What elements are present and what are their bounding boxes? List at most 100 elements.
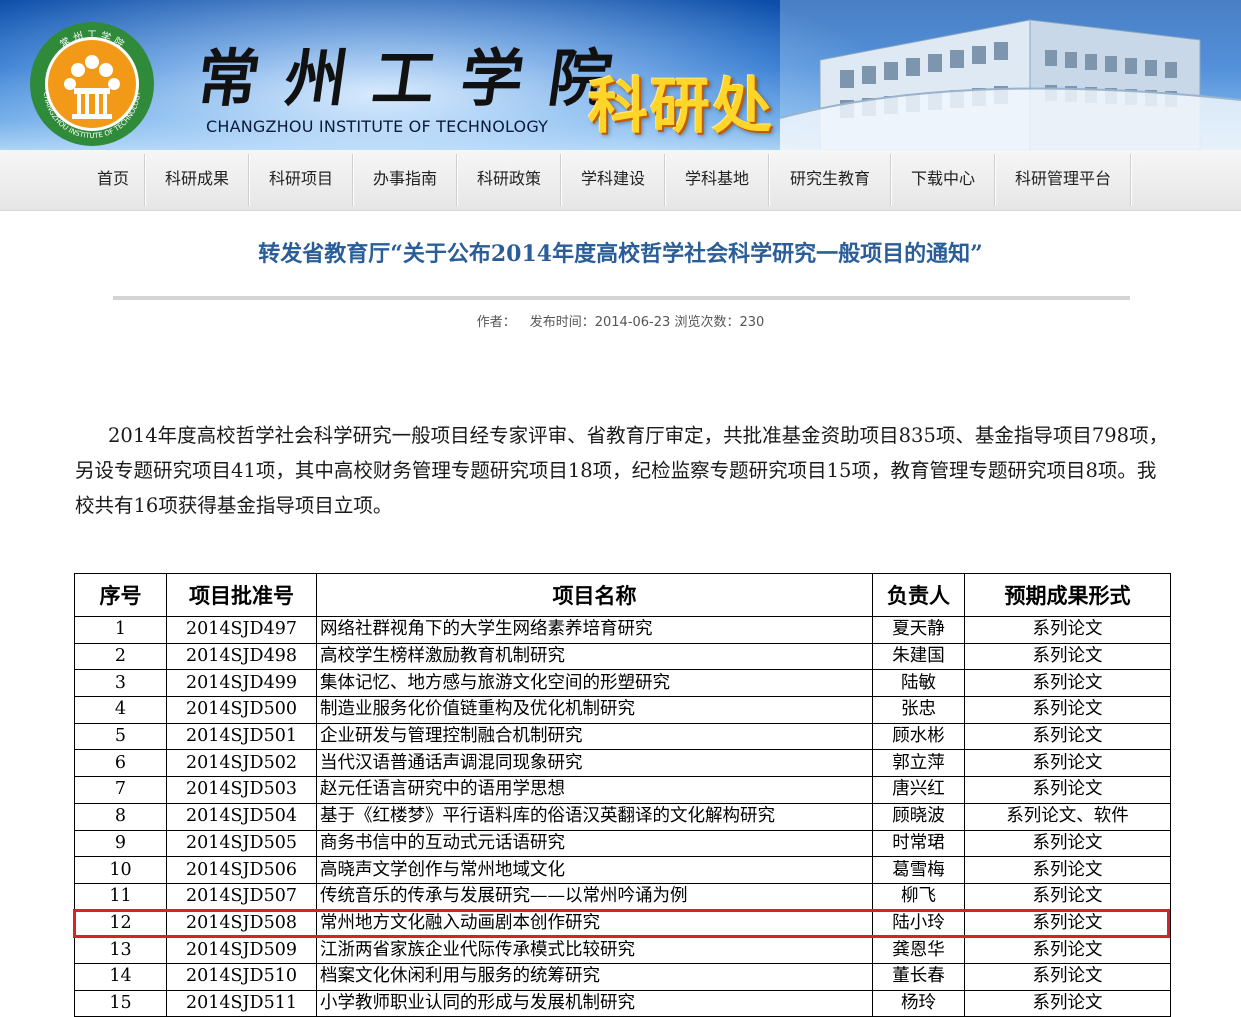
cell-approval: 2014SJD505 [166,829,317,858]
header-leader: 负责人 [872,573,965,617]
cell-outcome: 系列论文 [964,909,1171,938]
cell-outcome: 系列论文 [964,642,1171,671]
header-name: 项目名称 [316,573,873,617]
cell-outcome: 系列论文 [964,882,1171,911]
cell-approval: 2014SJD504 [166,802,317,831]
table-row: 10 2014SJD506 高晓声文学创作与常州地域文化 葛雪梅 系列论文 [74,856,1171,884]
views-count: 230 [739,315,765,330]
nav-item-policy[interactable]: 科研政策 [458,150,560,210]
cell-index: 4 [74,696,167,724]
cell-name: 高晓声文学创作与常州地域文化 [316,856,873,884]
cell-outcome: 系列论文 [964,829,1171,858]
school-name-cn: 常州工学院 [192,42,643,115]
school-logo: 常 州 工 学 院 CHANGZHOU INSTITUTE OF TECHNOL… [30,22,154,146]
nav-separator [1130,154,1132,206]
cell-name: 传统音乐的传承与发展研究——以常州吟诵为例 [316,882,873,911]
cell-name: 基于《红楼梦》平行语料库的俗语汉英翻译的文化解构研究 [316,802,873,831]
nav-item-research-results[interactable]: 科研成果 [146,150,248,210]
cell-index: 2 [74,642,167,671]
nav-item-guide[interactable]: 办事指南 [354,150,456,210]
cell-leader: 董长春 [872,962,965,991]
cell-outcome: 系列论文、软件 [964,802,1171,831]
cell-approval: 2014SJD500 [166,696,317,724]
cell-index: 10 [74,856,167,884]
nav-item-platform[interactable]: 科研管理平台 [996,150,1130,210]
cell-leader: 柳飞 [872,882,965,911]
cell-index: 8 [74,802,167,831]
cell-approval: 2014SJD503 [166,776,317,804]
cell-leader: 顾水彬 [872,722,965,751]
nav-item-discipline[interactable]: 学科建设 [562,150,664,210]
published-date: 2014-06-23 [594,315,671,330]
cell-index: 1 [74,616,167,644]
cell-leader: 张忠 [872,696,965,724]
cell-approval: 2014SJD509 [166,936,317,964]
cell-approval: 2014SJD501 [166,722,317,751]
table-row: 8 2014SJD504 基于《红楼梦》平行语料库的俗语汉英翻译的文化解构研究 顾晓波… [74,802,1171,831]
article-meta: 作者： 发布时间：2014-06-23 浏览次数：230 [0,311,1241,330]
cell-leader: 夏天静 [872,616,965,644]
header-banner: 常 州 工 学 院 CHANGZHOU INSTITUTE OF TECHNOL… [0,0,1241,150]
nav-item-research-projects[interactable]: 科研项目 [250,150,352,210]
header-outcome: 预期成果形式 [964,573,1171,617]
cell-index: 14 [74,962,167,991]
nav-item-downloads[interactable]: 下载中心 [892,150,994,210]
table-row: 11 2014SJD507 传统音乐的传承与发展研究——以常州吟诵为例 柳飞 系列论文 [74,882,1171,911]
school-name-en: CHANGZHOU INSTITUTE OF TECHNOLOGY [206,117,549,136]
cell-name: 常州地方文化融入动画剧本创作研究 [316,909,873,938]
table-row: 7 2014SJD503 赵元任语言研究中的语用学思想 唐兴红 系列论文 [74,776,1171,804]
cell-name: 档案文化休闲利用与服务的统筹研究 [316,962,873,991]
author-label: 作者： [476,315,516,330]
nav-item-home[interactable]: 首页 [82,150,144,210]
cell-approval: 2014SJD510 [166,962,317,991]
cell-outcome: 系列论文 [964,616,1171,644]
header-approval: 项目批准号 [166,573,317,617]
cell-leader: 唐兴红 [872,776,965,804]
views-label: 浏览次数： [674,315,740,330]
cell-name: 企业研发与管理控制融合机制研究 [316,722,873,751]
cell-name: 制造业服务化价值链重构及优化机制研究 [316,696,873,724]
cell-approval: 2014SJD507 [166,882,317,911]
header-index: 序号 [74,573,167,617]
cell-leader: 顾晓波 [872,802,965,831]
cell-leader: 时常珺 [872,829,965,858]
cell-name: 江浙两省家族企业代际传承模式比较研究 [316,936,873,964]
table-row: 12 2014SJD508 常州地方文化融入动画剧本创作研究 陆小玲 系列论文 [74,909,1171,938]
cell-index: 3 [74,669,167,698]
cell-index: 12 [74,909,167,938]
nav-item-graduate[interactable]: 研究生教育 [770,150,890,210]
table-row: 13 2014SJD509 江浙两省家族企业代际传承模式比较研究 龚恩华 系列论文 [74,936,1171,964]
cell-outcome: 系列论文 [964,776,1171,804]
table-row: 5 2014SJD501 企业研发与管理控制融合机制研究 顾水彬 系列论文 [74,722,1171,751]
project-table: 序号 项目批准号 项目名称 负责人 预期成果形式 1 2014SJD497 网络社群… [74,573,1171,1017]
cell-leader: 葛雪梅 [872,856,965,884]
table-row: 3 2014SJD499 集体记忆、地方感与旅游文化空间的形塑研究 陆敏 系列论文 [74,669,1171,698]
cell-name: 网络社群视角下的大学生网络素养培育研究 [316,616,873,644]
table-header-row: 序号 项目批准号 项目名称 负责人 预期成果形式 [74,573,1171,617]
cell-leader: 朱建国 [872,642,965,671]
table-row: 6 2014SJD502 当代汉语普通话声调混同现象研究 郭立萍 系列论文 [74,749,1171,778]
cell-index: 13 [74,936,167,964]
cell-name: 赵元任语言研究中的语用学思想 [316,776,873,804]
published-label: 发布时间： [529,315,595,330]
cell-index: 7 [74,776,167,804]
table-row: 14 2014SJD510 档案文化休闲利用与服务的统筹研究 董长春 系列论文 [74,962,1171,991]
cell-approval: 2014SJD499 [166,669,317,698]
nav-item-base[interactable]: 学科基地 [666,150,768,210]
department-name: 科研处 [588,72,774,142]
cell-approval: 2014SJD498 [166,642,317,671]
cell-outcome: 系列论文 [964,936,1171,964]
cell-approval: 2014SJD502 [166,749,317,778]
cell-approval: 2014SJD506 [166,856,317,884]
cell-outcome: 系列论文 [964,749,1171,778]
cell-index: 11 [74,882,167,911]
article-title: 转发省教育厅“关于公布2014年度高校哲学社会科学研究一般项目的通知” [258,241,983,267]
cell-leader: 陆小玲 [872,909,965,938]
cell-name: 高校学生榜样激励教育机制研究 [316,642,873,671]
cell-outcome: 系列论文 [964,962,1171,991]
cell-approval: 2014SJD508 [166,909,317,938]
cell-outcome: 系列论文 [964,669,1171,698]
cell-index: 6 [74,749,167,778]
title-divider [113,296,1130,300]
table-row: 1 2014SJD497 网络社群视角下的大学生网络素养培育研究 夏天静 系列论文 [74,616,1171,644]
